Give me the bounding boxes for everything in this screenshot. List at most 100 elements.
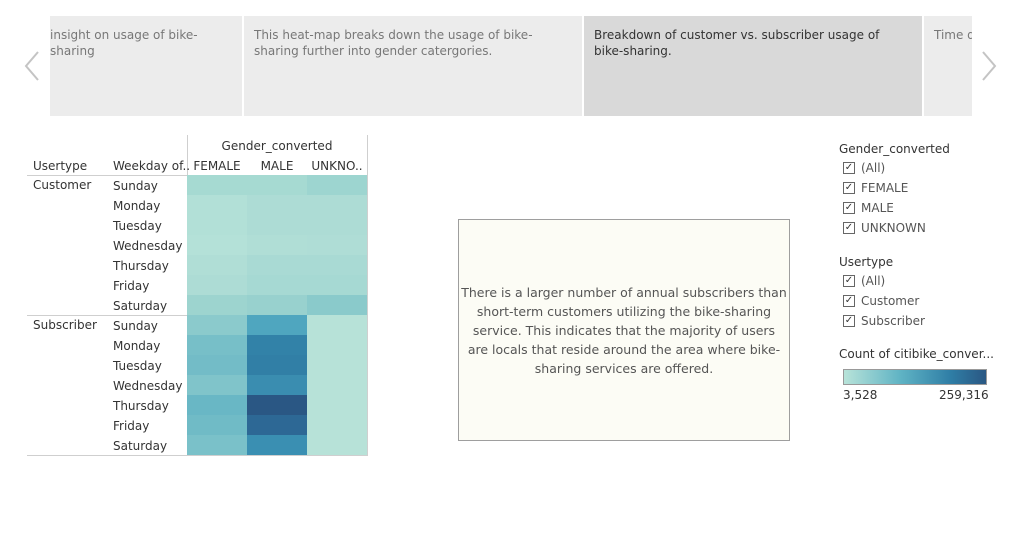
story-point-text: Time d minute: [934, 28, 972, 42]
column-group-title: Gender_converted: [221, 139, 333, 153]
heatmap-cell[interactable]: [187, 315, 247, 335]
heatmap-cell[interactable]: [247, 215, 307, 235]
story-point-text: This heat-map breaks down the usage of b…: [254, 28, 533, 58]
weekday-label: Wednesday: [113, 379, 183, 393]
weekday-label: Monday: [113, 339, 161, 353]
usertype-filter-customer[interactable]: ✓ Customer: [843, 293, 919, 309]
gender-filter-female[interactable]: ✓ FEMALE: [843, 180, 908, 196]
heatmap-cell[interactable]: [307, 355, 367, 375]
heatmap-cell[interactable]: [307, 175, 367, 195]
heatmap-cell[interactable]: [307, 315, 367, 335]
heatmap-cell[interactable]: [247, 235, 307, 255]
weekday-label: Saturday: [113, 439, 168, 453]
heatmap-cell[interactable]: [307, 195, 367, 215]
gender-filter-unknown[interactable]: ✓ UNKNOWN: [843, 220, 926, 236]
filter-label: Customer: [861, 294, 920, 308]
weekday-label: Thursday: [113, 399, 169, 413]
usertype-label: Subscriber: [33, 318, 97, 332]
checkbox-checked-icon: ✓: [843, 162, 855, 174]
color-ramp: [843, 369, 987, 385]
weekday-label: Monday: [113, 199, 161, 213]
filter-label: MALE: [861, 201, 894, 215]
heatmap-bottom-border: [27, 455, 368, 456]
gender-filter-title: Gender_converted: [839, 142, 950, 156]
column-header-male: MALE: [260, 159, 294, 173]
heatmap-cell[interactable]: [187, 255, 247, 275]
usertype-filter-title: Usertype: [839, 255, 894, 269]
heatmap-cell[interactable]: [187, 235, 247, 255]
column-header-unknown: UNKNO..: [311, 159, 363, 173]
annotation-text: There is a larger number of annual subsc…: [461, 284, 787, 376]
heatmap-cell[interactable]: [307, 235, 367, 255]
gender-filter-all[interactable]: ✓ (All): [843, 160, 885, 176]
story-point-text: insight on usage of bike-sharing: [50, 28, 198, 58]
weekday-label: Thursday: [113, 259, 169, 273]
heatmap-cell[interactable]: [247, 195, 307, 215]
heatmap-cell[interactable]: [187, 275, 247, 295]
chevron-left-icon: [24, 51, 39, 81]
story-point-1[interactable]: insight on usage of bike-sharing: [50, 16, 242, 116]
heatmap-cell[interactable]: [247, 335, 307, 355]
heatmap-cell[interactable]: [307, 415, 367, 435]
story-point-text: Breakdown of customer vs. subscriber usa…: [594, 28, 880, 58]
filter-label: (All): [861, 161, 886, 175]
checkbox-checked-icon: ✓: [843, 315, 855, 327]
usertype-header: Usertype: [33, 159, 88, 173]
heatmap-right-border: [367, 135, 368, 455]
heatmap-cell[interactable]: [187, 395, 247, 415]
heatmap-cell[interactable]: [247, 255, 307, 275]
heatmap-cell[interactable]: [307, 375, 367, 395]
heatmap-cell[interactable]: [187, 435, 247, 455]
filter-label: FEMALE: [861, 181, 909, 195]
story-point-4[interactable]: Time d minute: [924, 16, 972, 116]
heatmap-cell[interactable]: [307, 275, 367, 295]
heatmap-cell[interactable]: [247, 415, 307, 435]
annotation-box: There is a larger number of annual subsc…: [458, 219, 790, 441]
heatmap-cell[interactable]: [307, 335, 367, 355]
heatmap-cell[interactable]: [187, 295, 247, 315]
usertype-filter-subscriber[interactable]: ✓ Subscriber: [843, 313, 925, 329]
heatmap-cell[interactable]: [307, 295, 367, 315]
filter-label: Subscriber: [861, 314, 925, 328]
heatmap-cell[interactable]: [187, 215, 247, 235]
heatmap-cell[interactable]: [307, 435, 367, 455]
heatmap-cell[interactable]: [247, 355, 307, 375]
checkbox-checked-icon: ✓: [843, 202, 855, 214]
weekday-label: Friday: [113, 419, 150, 433]
column-header-female: FEMALE: [193, 159, 241, 173]
weekday-label: Tuesday: [113, 359, 162, 373]
gender-filter-male[interactable]: ✓ MALE: [843, 200, 894, 216]
story-point-2[interactable]: This heat-map breaks down the usage of b…: [244, 16, 582, 116]
heatmap-cell[interactable]: [307, 255, 367, 275]
filter-label: (All): [861, 274, 886, 288]
weekday-label: Sunday: [113, 179, 158, 193]
weekday-label: Sunday: [113, 319, 158, 333]
weekday-label: Friday: [113, 279, 150, 293]
heatmap-cell[interactable]: [187, 335, 247, 355]
color-legend-min: 3,528: [843, 388, 878, 402]
previous-story-button[interactable]: [20, 48, 44, 84]
heatmap-cell[interactable]: [247, 175, 307, 195]
usertype-filter-all[interactable]: ✓ (All): [843, 273, 885, 289]
heatmap-cell[interactable]: [187, 195, 247, 215]
checkbox-checked-icon: ✓: [843, 295, 855, 307]
heatmap-cell[interactable]: [247, 315, 307, 335]
story-points-strip: insight on usage of bike-sharing This he…: [50, 16, 972, 116]
story-point-3-active[interactable]: Breakdown of customer vs. subscriber usa…: [584, 16, 922, 116]
heatmap-cell[interactable]: [187, 355, 247, 375]
heatmap-cell[interactable]: [187, 415, 247, 435]
checkbox-checked-icon: ✓: [843, 222, 855, 234]
heatmap-cell[interactable]: [247, 275, 307, 295]
heatmap-cell[interactable]: [187, 175, 247, 195]
next-story-button[interactable]: [977, 48, 1001, 84]
heatmap-cell[interactable]: [307, 395, 367, 415]
heatmap-cell[interactable]: [247, 435, 307, 455]
heatmap-cell[interactable]: [247, 295, 307, 315]
heatmap-cell[interactable]: [247, 395, 307, 415]
heatmap-cell[interactable]: [307, 215, 367, 235]
heatmap-cell[interactable]: [187, 375, 247, 395]
heatmap-cell[interactable]: [247, 375, 307, 395]
weekday-label: Wednesday: [113, 239, 183, 253]
weekday-label: Tuesday: [113, 219, 162, 233]
color-legend-max: 259,316: [939, 388, 989, 402]
